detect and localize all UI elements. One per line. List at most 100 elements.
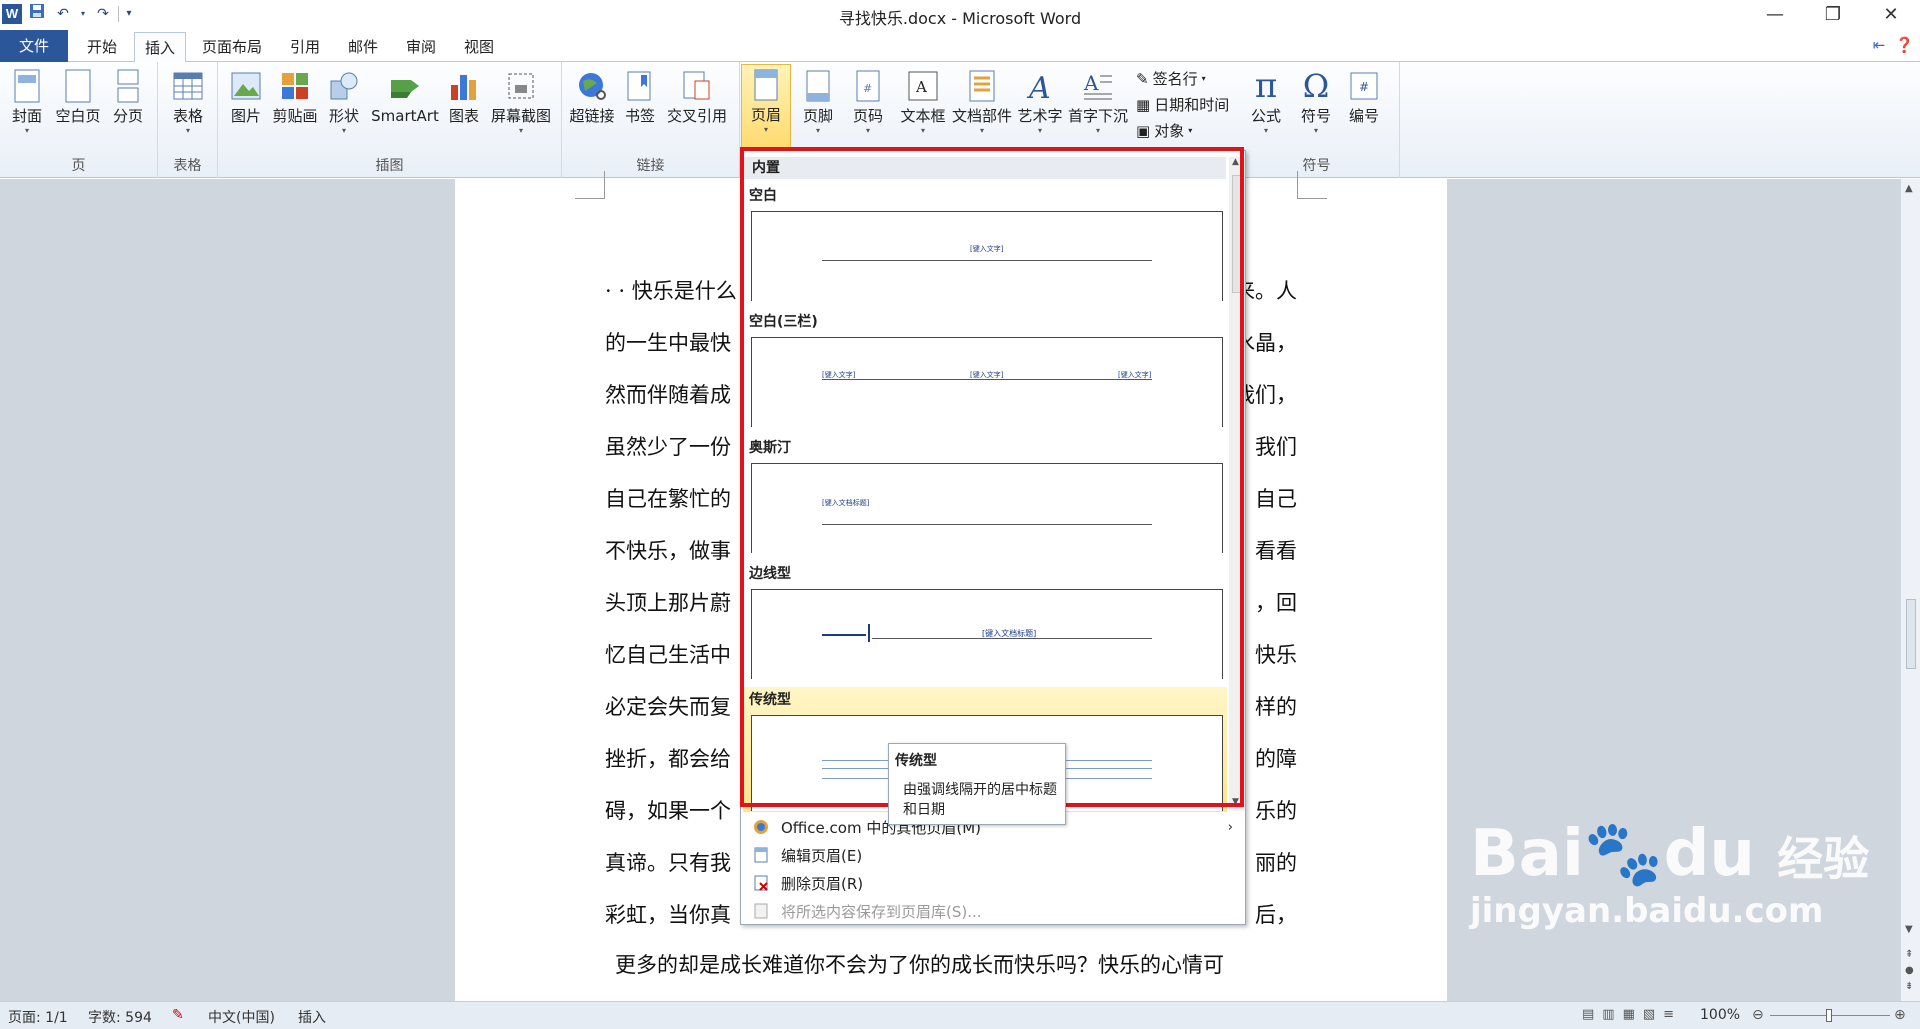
footer-icon bbox=[796, 66, 840, 106]
paragraph-line-right: 后， bbox=[1255, 903, 1297, 927]
scroll-down-icon[interactable]: ▼ bbox=[1905, 924, 1913, 935]
wordart-icon: A bbox=[1016, 66, 1064, 106]
picture-button[interactable]: 图片 bbox=[226, 66, 266, 126]
word-count[interactable]: 字数: 594 bbox=[88, 1007, 152, 1027]
drop-cap-button[interactable]: A 首字下沉 ▾ bbox=[1066, 66, 1130, 136]
group-links: 超链接 书签 交叉引用 链接 bbox=[562, 62, 740, 178]
page-count[interactable]: 页面: 1/1 bbox=[8, 1007, 68, 1027]
quick-parts-button[interactable]: 文档部件 ▾ bbox=[952, 66, 1012, 136]
paragraph-line-right: 看看 bbox=[1255, 539, 1297, 563]
tab-file[interactable]: 文件 bbox=[0, 30, 68, 62]
paragraph-line-right: 丽的 bbox=[1255, 851, 1297, 875]
proofing-icon[interactable]: ✎ bbox=[172, 1007, 184, 1023]
scroll-up-icon[interactable]: ▲ bbox=[1905, 183, 1913, 194]
scrollbar-thumb[interactable] bbox=[1906, 599, 1916, 669]
paragraph-line-last: 更多的却是成长难道你不会为了你的成长而快乐吗？快乐的心情可 bbox=[615, 953, 1224, 977]
bookmark-button[interactable]: 书签 bbox=[622, 66, 658, 126]
group-label-tables: 表格 bbox=[173, 158, 202, 174]
close-button[interactable]: ✕ bbox=[1862, 0, 1920, 30]
tab-page-layout[interactable]: 页面布局 bbox=[194, 32, 270, 62]
paragraph-line-right: 的障 bbox=[1255, 747, 1297, 771]
paragraph-line-left: 忆自己生活中 bbox=[605, 643, 731, 667]
paragraph-line-left: 自己在繁忙的 bbox=[605, 487, 731, 511]
date-time-button[interactable]: ▦ 日期和时间 bbox=[1136, 94, 1229, 115]
cross-reference-button[interactable]: 交叉引用 bbox=[664, 66, 730, 126]
zoom-level[interactable]: 100% bbox=[1700, 1007, 1740, 1023]
wordart-button[interactable]: A 艺术字 ▾ bbox=[1016, 66, 1064, 136]
footer-button[interactable]: 页脚 ▾ bbox=[796, 66, 840, 136]
zoom-in-icon[interactable]: ⊕ bbox=[1894, 1007, 1906, 1023]
header-button[interactable]: 页眉 ▾ bbox=[741, 64, 791, 154]
office-com-icon bbox=[754, 820, 768, 834]
page-number-icon: # bbox=[844, 66, 892, 106]
paragraph-line-left: 的一生中最快 bbox=[605, 331, 731, 355]
remove-header-menu-item[interactable]: 删除页眉(R) bbox=[741, 871, 1247, 897]
numbering-button[interactable]: # 编号 bbox=[1344, 66, 1384, 126]
view-buttons[interactable]: ▤▥▦▧≡ bbox=[1582, 1007, 1682, 1022]
table-button[interactable]: 表格 ▾ bbox=[166, 66, 210, 136]
save-to-gallery-icon bbox=[754, 903, 768, 919]
textbox-button[interactable]: A 文本框 ▾ bbox=[900, 66, 946, 136]
signature-line-button[interactable]: ✎ 签名行 ▾ bbox=[1136, 68, 1206, 89]
minimize-ribbon-icon[interactable]: ⇤ bbox=[1873, 36, 1886, 54]
insert-mode-indicator[interactable]: 插入 bbox=[298, 1007, 326, 1027]
smartart-button[interactable]: SmartArt bbox=[370, 66, 440, 126]
blank-page-button[interactable]: 空白页 bbox=[54, 66, 102, 126]
help-icon[interactable]: ❓ bbox=[1895, 36, 1914, 54]
ribbon-tabs: 文件 开始 插入 页面布局 引用 邮件 审阅 视图 bbox=[0, 30, 1920, 63]
svg-text:A: A bbox=[1083, 71, 1099, 95]
minimize-button[interactable]: — bbox=[1746, 0, 1804, 30]
crop-mark-left bbox=[575, 171, 605, 199]
cross-reference-icon bbox=[664, 66, 730, 106]
baidu-jingyan-watermark: Bai🐾du 经验 jingyan.baidu.com bbox=[1470, 817, 1870, 931]
symbol-button[interactable]: Ω 符号 ▾ bbox=[1296, 66, 1336, 136]
window-controls: — ❐ ✕ bbox=[1746, 0, 1920, 30]
tab-references[interactable]: 引用 bbox=[282, 32, 328, 62]
object-button[interactable]: ▣ 对象 ▾ bbox=[1136, 120, 1192, 141]
chart-button[interactable]: 图表 bbox=[446, 66, 482, 126]
page-number-button[interactable]: # 页码 ▾ bbox=[844, 66, 892, 136]
zoom-slider-thumb[interactable] bbox=[1826, 1009, 1832, 1022]
blank-page-icon bbox=[54, 66, 102, 106]
tab-home[interactable]: 开始 bbox=[76, 32, 128, 62]
cover-page-button[interactable]: 封面 ▾ bbox=[6, 66, 48, 136]
ribbon-options: ⇤ ❓ bbox=[1873, 36, 1914, 54]
window-title: 寻找快乐.docx - Microsoft Word bbox=[838, 9, 1082, 28]
paragraph-line-left: 头顶上那片蔚 bbox=[605, 591, 731, 615]
tab-view[interactable]: 视图 bbox=[456, 32, 502, 62]
paragraph-line-right: 我们 bbox=[1255, 435, 1297, 459]
crop-mark-right bbox=[1297, 171, 1327, 199]
page-break-button[interactable]: 分页 bbox=[108, 66, 148, 126]
edit-header-menu-item[interactable]: 编辑页眉(E) bbox=[741, 843, 1247, 869]
screenshot-button[interactable]: 屏幕截图 ▾ bbox=[488, 66, 554, 136]
shapes-icon bbox=[324, 66, 364, 106]
equation-button[interactable]: π 公式 ▾ bbox=[1246, 66, 1286, 136]
group-symbols: π 公式 ▾ Ω 符号 ▾ # 编号 符号 bbox=[1234, 62, 1400, 178]
shapes-button[interactable]: 形状 ▾ bbox=[324, 66, 364, 136]
pi-icon: π bbox=[1254, 66, 1278, 106]
paragraph-line-left: 必定会失而复 bbox=[605, 695, 731, 719]
previous-page-icon[interactable]: ⇞ bbox=[1905, 949, 1913, 960]
next-page-icon[interactable]: ⇟ bbox=[1905, 981, 1913, 992]
zoom-out-icon[interactable]: ⊖ bbox=[1752, 1007, 1764, 1023]
group-label-illustrations: 插图 bbox=[375, 158, 404, 174]
browse-object-icon[interactable]: ● bbox=[1905, 965, 1914, 976]
vertical-scrollbar[interactable]: ▲ ▼ ⇞ ● ⇟ bbox=[1900, 179, 1920, 1001]
hyperlink-button[interactable]: 超链接 bbox=[566, 66, 618, 126]
title-bar: W ↶ ▾ ↷ ▾ 寻找快乐.docx - Microsoft Word — ❐… bbox=[0, 0, 1920, 30]
tab-review[interactable]: 审阅 bbox=[398, 32, 444, 62]
tab-mailings[interactable]: 邮件 bbox=[340, 32, 386, 62]
restore-button[interactable]: ❐ bbox=[1804, 0, 1862, 30]
tab-insert[interactable]: 插入 bbox=[134, 32, 186, 63]
remove-header-icon bbox=[754, 875, 768, 891]
numbering-icon: # bbox=[1344, 66, 1384, 106]
group-pages: 封面 ▾ 空白页 分页 页 bbox=[0, 62, 158, 178]
language-indicator[interactable]: 中文(中国) bbox=[208, 1007, 275, 1027]
hyperlink-globe-icon bbox=[566, 66, 618, 106]
chart-icon bbox=[446, 66, 482, 106]
paragraph-line-right: 快乐 bbox=[1255, 643, 1297, 667]
cover-page-icon bbox=[6, 66, 48, 106]
page-break-icon bbox=[108, 66, 148, 106]
clipart-button[interactable]: 剪贴画 bbox=[272, 66, 318, 126]
paragraph-line-left: 然而伴随着成 bbox=[605, 383, 731, 407]
